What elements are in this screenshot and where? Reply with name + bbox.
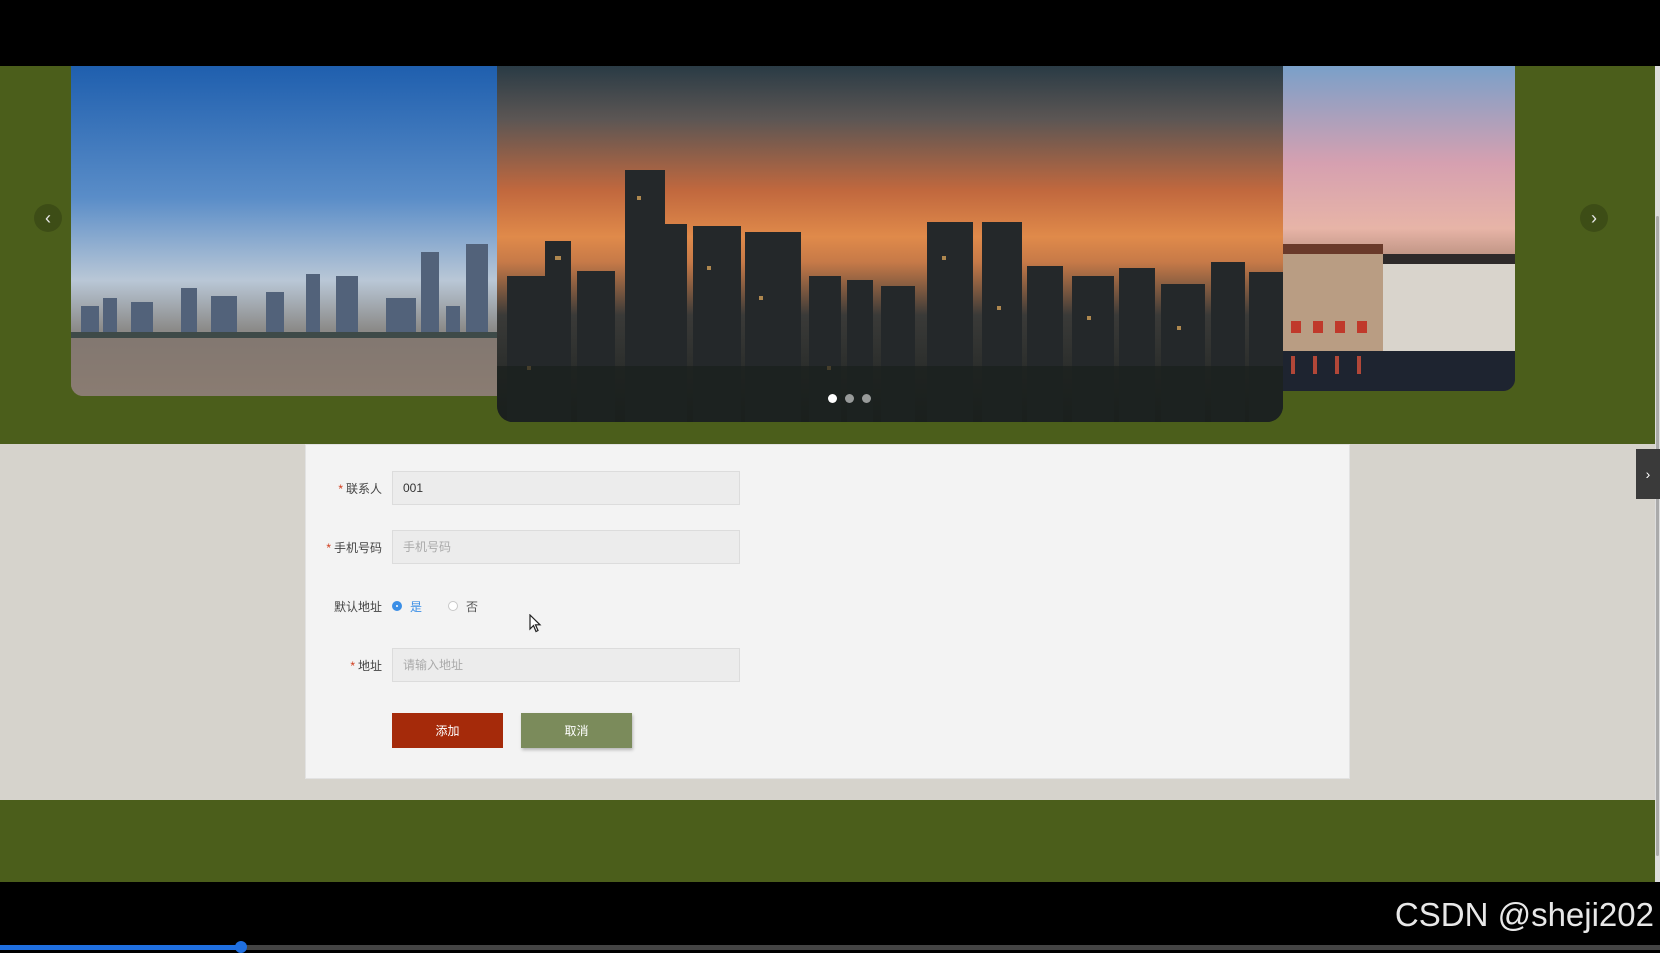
carousel-next-button[interactable]: ›	[1580, 204, 1608, 232]
contact-row: * 联系人	[306, 471, 740, 505]
page: ‹ › *联系人 *手机号码 默认地址 是	[0, 66, 1655, 882]
add-button[interactable]: 添加	[392, 713, 503, 748]
carousel-dot[interactable]	[862, 394, 871, 403]
carousel-slide-active[interactable]	[497, 66, 1283, 422]
carousel-slide-next[interactable]	[1283, 66, 1515, 391]
carousel-slide-prev[interactable]	[71, 66, 501, 396]
phone-label: * 手机号码	[326, 540, 382, 555]
video-progress-bar[interactable]	[0, 941, 1660, 953]
city-night-skyline-image	[497, 170, 1283, 422]
phone-input[interactable]	[392, 530, 740, 564]
waterfront-building-image	[1283, 244, 1515, 391]
chevron-right-icon: ›	[1645, 466, 1651, 482]
chevron-right-icon: ›	[1591, 208, 1597, 228]
contact-input[interactable]	[392, 471, 740, 505]
required-mark: *	[338, 481, 343, 496]
carousel-indicators	[828, 394, 871, 403]
side-panel-toggle-button[interactable]: ›	[1636, 449, 1660, 499]
banner-carousel: ‹ ›	[0, 66, 1655, 444]
required-mark: *	[326, 540, 331, 555]
address-label: * 地址	[350, 658, 382, 673]
radio-yes[interactable]: 是	[392, 598, 422, 615]
radio-checked-icon	[392, 601, 402, 611]
contact-label: * 联系人	[338, 481, 382, 496]
watermark-text: CSDN @sheji202	[1394, 896, 1654, 933]
carousel-dot[interactable]	[828, 394, 837, 403]
carousel-dot[interactable]	[845, 394, 854, 403]
video-progress-fill	[0, 945, 241, 950]
city-skyline-image	[71, 244, 501, 396]
address-input[interactable]	[392, 648, 740, 682]
address-form: *联系人 *手机号码 默认地址 是 否 *地址 添加	[305, 444, 1350, 779]
mouse-cursor-icon	[529, 614, 542, 633]
chevron-left-icon: ‹	[45, 208, 51, 228]
default-address-label: 默认地址	[333, 599, 382, 614]
cancel-button[interactable]: 取消	[521, 713, 632, 748]
required-mark: *	[350, 658, 355, 673]
scrollbar-thumb[interactable]	[1656, 216, 1659, 856]
carousel-prev-button[interactable]: ‹	[34, 204, 62, 232]
video-progress-knob[interactable]	[234, 941, 247, 953]
default-address-row: 默认地址 是 否	[306, 589, 504, 623]
radio-unchecked-icon	[448, 601, 459, 611]
phone-row: * 手机号码	[306, 530, 740, 564]
default-address-radio-group: 是 否	[392, 598, 504, 615]
radio-no[interactable]: 否	[448, 598, 478, 615]
address-row: * 地址	[306, 648, 740, 682]
